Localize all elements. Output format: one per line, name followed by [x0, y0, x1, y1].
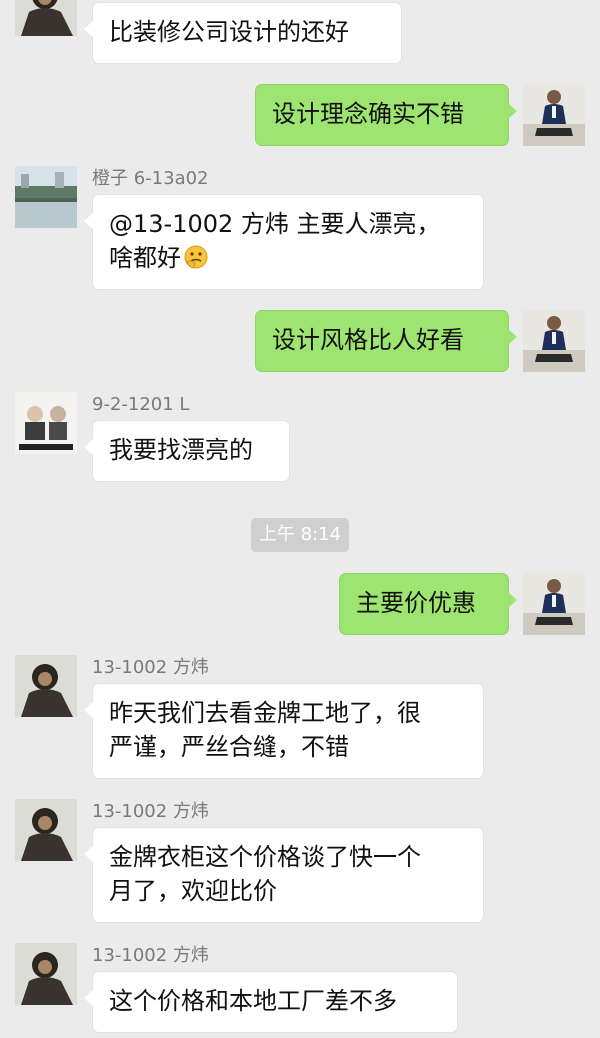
- sender-name: 9-2-1201 L: [92, 394, 190, 415]
- incoming-message-bubble[interactable]: 昨天我们去看金牌工地了，很 严谨，严丝合缝，不错: [84, 683, 484, 779]
- avatar-image: [15, 166, 77, 228]
- message-text: 我要找漂亮的: [109, 436, 253, 464]
- message-text-line: @13-1002 方炜 主要人漂亮，: [109, 210, 441, 238]
- avatar-image: [15, 799, 77, 861]
- contact-avatar[interactable]: [15, 799, 77, 861]
- contact-avatar[interactable]: [15, 0, 77, 36]
- avatar-image: [523, 310, 585, 372]
- outgoing-message-bubble[interactable]: 设计风格比人好看: [255, 310, 517, 372]
- contact-avatar[interactable]: [15, 392, 77, 454]
- message-text-line: 金牌衣柜这个价格谈了快一个: [109, 843, 421, 871]
- sender-name: 13-1002 方炜: [92, 945, 209, 966]
- avatar-image: [15, 655, 77, 717]
- sender-name: 橙子 6-13a02: [92, 168, 209, 189]
- message-text: 这个价格和本地工厂差不多: [109, 987, 397, 1015]
- contact-avatar[interactable]: [15, 943, 77, 1005]
- outgoing-message-bubble[interactable]: 设计理念确实不错: [255, 84, 517, 146]
- sender-name: 13-1002 方炜: [92, 801, 209, 822]
- message-text: 设计理念确实不错: [272, 100, 464, 128]
- avatar-image: [523, 84, 585, 146]
- message-text: 比装修公司设计的还好: [109, 18, 349, 46]
- my-avatar[interactable]: [523, 310, 585, 372]
- incoming-message-bubble[interactable]: 这个价格和本地工厂差不多: [84, 971, 458, 1033]
- incoming-message-bubble[interactable]: 我要找漂亮的: [84, 420, 290, 482]
- my-avatar[interactable]: [523, 84, 585, 146]
- incoming-message-bubble[interactable]: 比装修公司设计的还好: [84, 2, 402, 64]
- message-text: 主要价优惠: [356, 589, 476, 617]
- message-text: 设计风格比人好看: [272, 326, 464, 354]
- message-text-line: 啥都好: [109, 244, 181, 272]
- contact-avatar[interactable]: [15, 166, 77, 228]
- sender-name: 13-1002 方炜: [92, 657, 209, 678]
- timestamp-divider: 上午 8:14: [251, 518, 349, 552]
- avatar-image: [15, 392, 77, 454]
- my-avatar[interactable]: [523, 573, 585, 635]
- message-text-line: 昨天我们去看金牌工地了，很: [109, 699, 421, 727]
- outgoing-message-bubble[interactable]: 主要价优惠: [339, 573, 517, 635]
- message-text-line: 月了，欢迎比价: [109, 877, 277, 905]
- incoming-message-bubble[interactable]: 金牌衣柜这个价格谈了快一个 月了，欢迎比价: [84, 827, 484, 923]
- contact-avatar[interactable]: [15, 655, 77, 717]
- avatar-image: [15, 0, 77, 36]
- avatar-image: [523, 573, 585, 635]
- message-text-line: 严谨，严丝合缝，不错: [109, 733, 349, 761]
- incoming-message-bubble[interactable]: @13-1002 方炜 主要人漂亮， 啥都好: [84, 194, 484, 290]
- avatar-image: [15, 943, 77, 1005]
- chat-window: 比装修公司设计的还好 设计理念确实不错 橙子 6-13a02 @13-1002 …: [0, 0, 600, 1038]
- thinking-face-emoji: [184, 245, 208, 269]
